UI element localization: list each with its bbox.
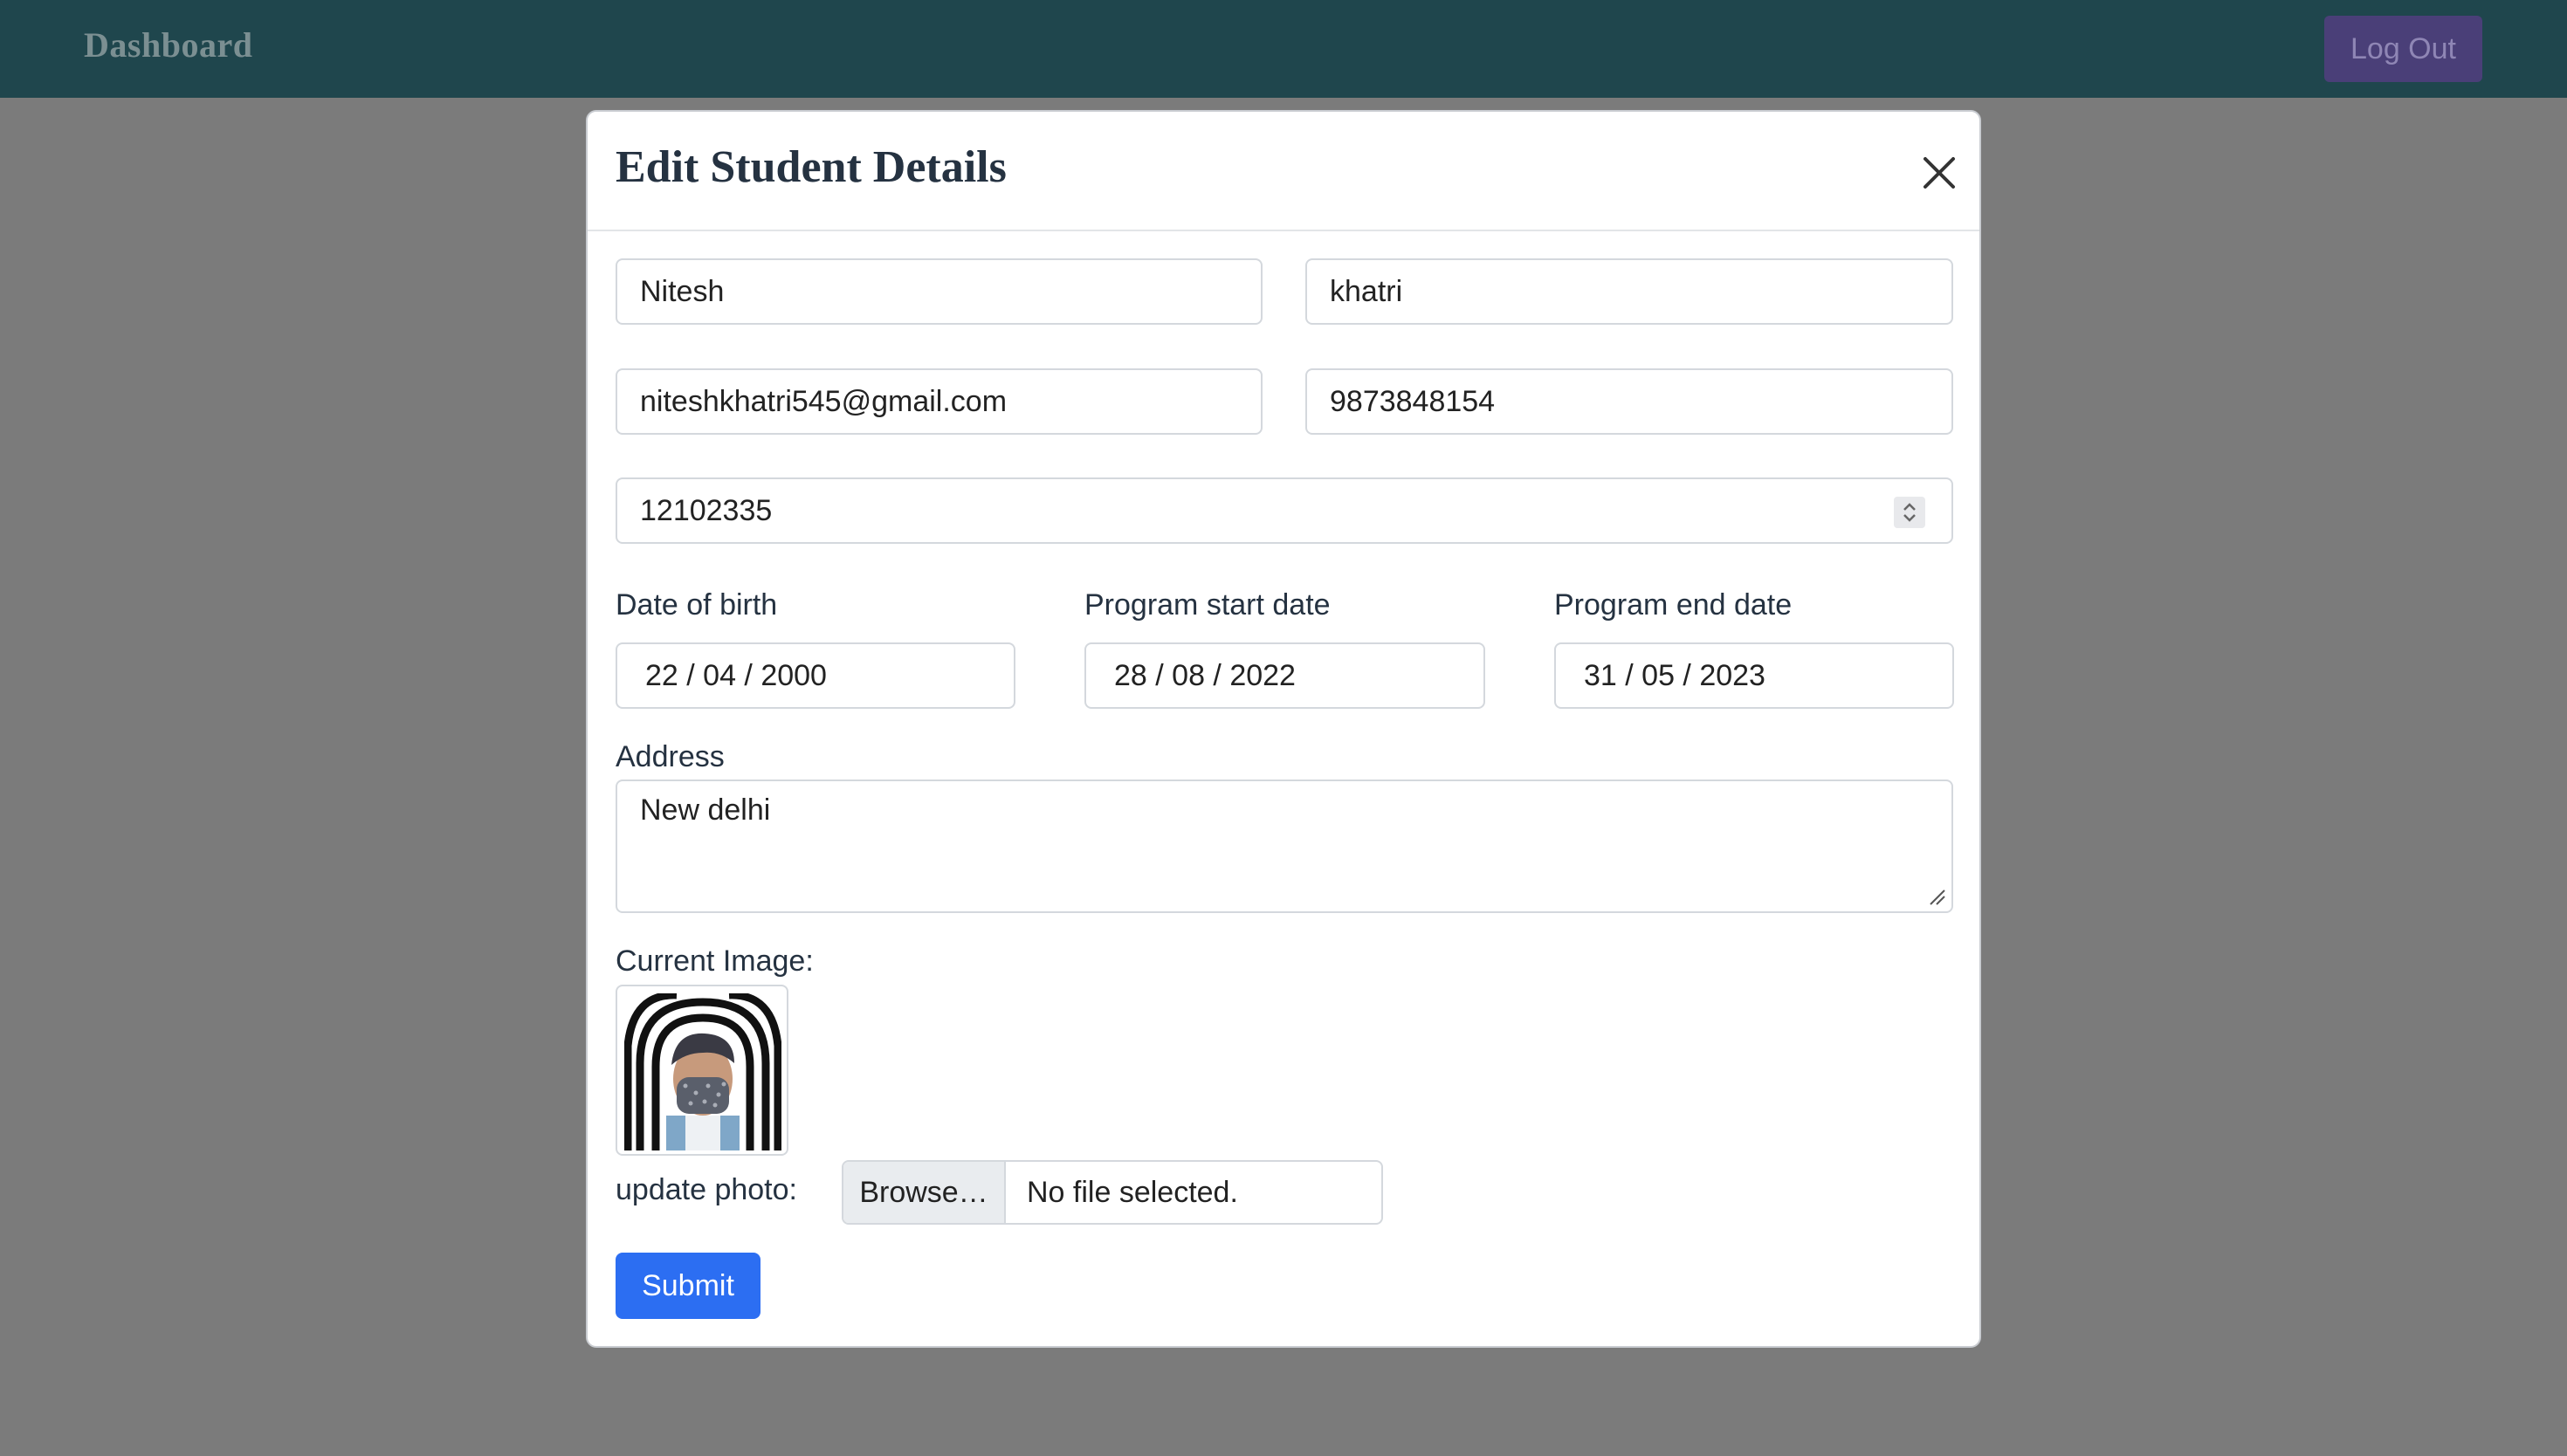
student-photo (624, 993, 781, 1150)
brand-dashboard[interactable]: Dashboard (84, 24, 252, 65)
first-name-input[interactable]: Nitesh (616, 258, 1263, 325)
email-input[interactable]: niteshkhatri545@gmail.com (616, 368, 1263, 435)
logout-button[interactable]: Log Out (2324, 16, 2482, 82)
address-value: New delhi (640, 793, 771, 827)
end-date-label: Program end date (1554, 588, 1793, 622)
roll-number-input[interactable]: 12102335 (616, 477, 1953, 544)
browse-button[interactable]: Browse… (843, 1162, 1006, 1223)
top-navbar: Dashboard Log Out (0, 0, 2567, 98)
phone-input[interactable]: 9873848154 (1305, 368, 1953, 435)
current-image-label: Current Image: (616, 944, 814, 978)
dob-input[interactable]: 22 / 04 / 2000 (616, 642, 1015, 709)
file-input[interactable]: Browse… No file selected. (842, 1160, 1383, 1225)
dob-label: Date of birth (616, 588, 778, 622)
start-date-input[interactable]: 28 / 08 / 2022 (1084, 642, 1485, 709)
start-date-label: Program start date (1084, 588, 1331, 622)
update-photo-label: update photo: (616, 1173, 797, 1206)
resize-handle-icon[interactable] (1927, 887, 1946, 906)
current-image-frame (616, 985, 788, 1156)
submit-button[interactable]: Submit (616, 1253, 760, 1319)
modal-title: Edit Student Details (616, 142, 1007, 192)
address-textarea[interactable]: New delhi (616, 780, 1953, 913)
close-icon[interactable] (1921, 155, 1958, 191)
file-status: No file selected. (1027, 1175, 1238, 1209)
end-date-input[interactable]: 31 / 05 / 2023 (1554, 642, 1954, 709)
edit-student-modal: Edit Student Details Nitesh khatri nites… (586, 110, 1981, 1348)
roll-number-value: 12102335 (640, 493, 773, 527)
last-name-input[interactable]: khatri (1305, 258, 1953, 325)
number-spinner-icon[interactable] (1894, 497, 1925, 528)
address-label: Address (616, 740, 725, 773)
modal-header: Edit Student Details (588, 112, 1979, 231)
